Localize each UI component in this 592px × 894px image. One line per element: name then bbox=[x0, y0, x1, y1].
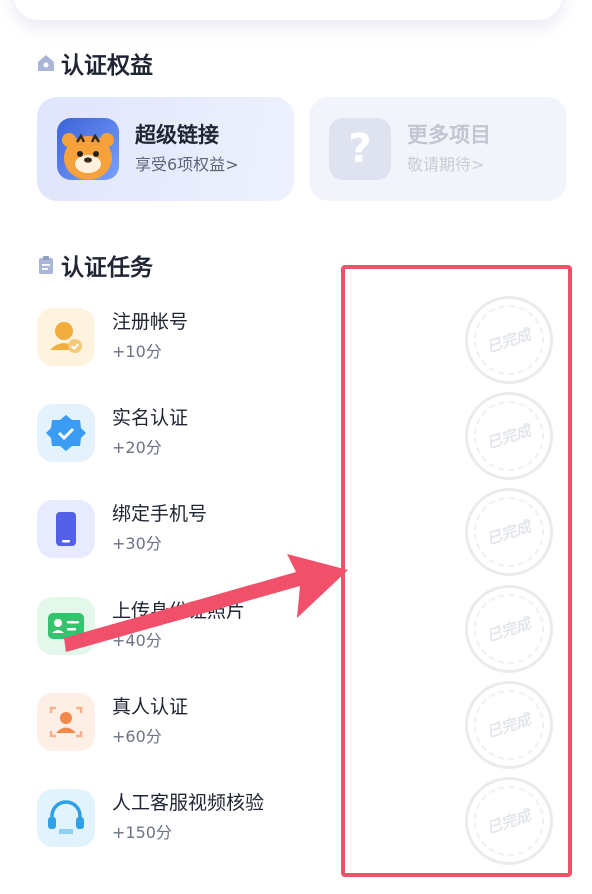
annotation-arrow bbox=[64, 554, 348, 652]
